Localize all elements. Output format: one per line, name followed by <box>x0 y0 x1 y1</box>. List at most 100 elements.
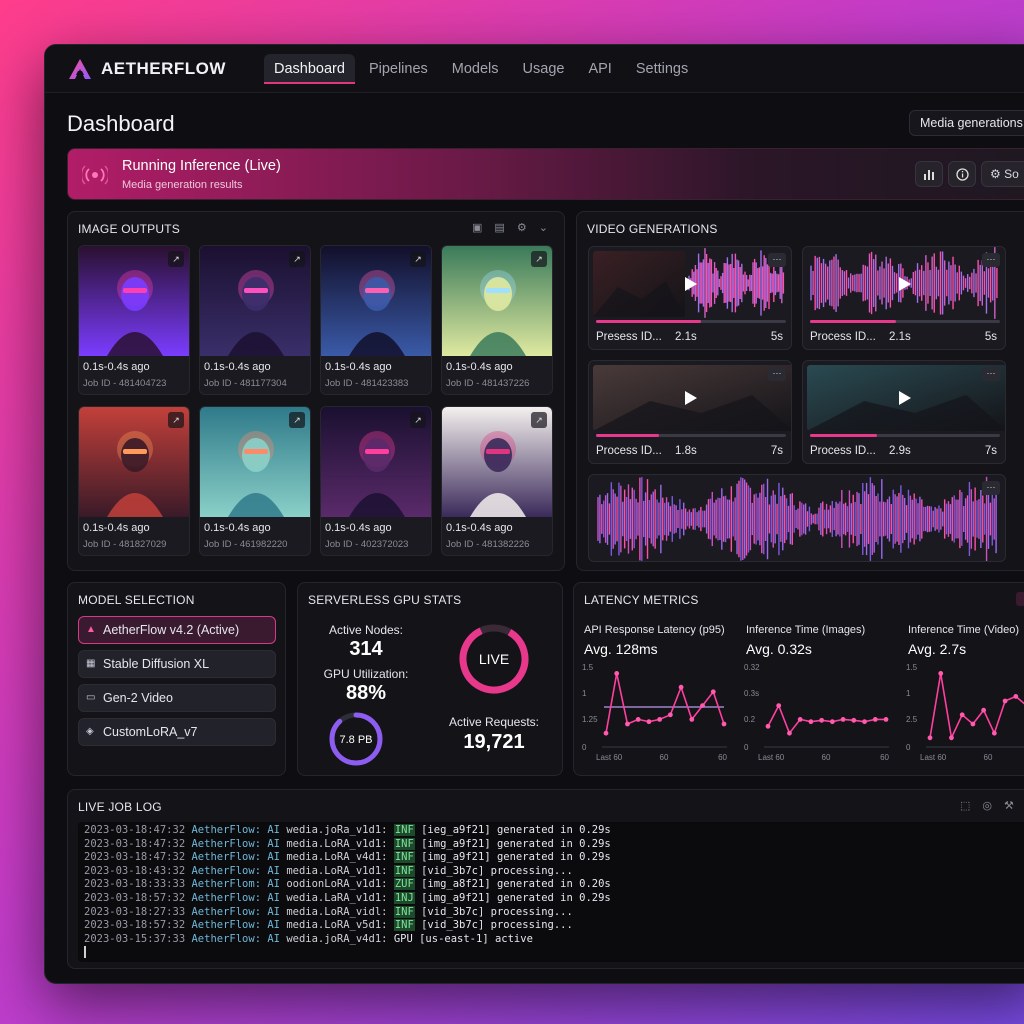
model-selection-panel: MODEL SELECTION ▲ AetherFlow v4.2 (Activ… <box>67 582 286 776</box>
image-output-card[interactable]: ↗ 0.1s-0.4s ago Job ID - 402372023 <box>320 406 432 556</box>
open-external-icon[interactable]: ↗ <box>289 251 305 267</box>
image-output-card[interactable]: ↗ 0.1s-0.4s ago Job ID - 481177304 <box>199 245 311 395</box>
latency-point <box>635 717 641 722</box>
video-progress-bar[interactable] <box>810 434 1000 437</box>
live-inference-banner: Running Inference (Live) Media generatio… <box>67 148 1024 200</box>
more-options-icon[interactable]: ··· <box>982 481 1000 495</box>
play-icon[interactable] <box>685 391 697 405</box>
settings-button[interactable]: ⚙ So <box>981 161 1024 187</box>
more-options-icon[interactable]: ··· <box>982 367 1000 381</box>
tab-dashboard[interactable]: Dashboard <box>264 54 355 84</box>
tab-settings[interactable]: Settings <box>626 54 698 84</box>
video-generation-card[interactable]: ··· Process ID... 2.9s 7s <box>802 360 1006 464</box>
open-external-icon[interactable]: ↗ <box>410 412 426 428</box>
brand-name: AETHERFLOW <box>101 59 226 78</box>
video-generation-card[interactable]: ··· Process ID... 1.8s 7s <box>588 360 792 464</box>
latency-point <box>776 703 782 708</box>
log-line: 2023-03-18:47:32 AetherFlow: AI media.Lo… <box>84 851 611 864</box>
log-level-badge: ZUF <box>393 878 415 891</box>
info-icon[interactable] <box>948 161 976 187</box>
tab-pipelines[interactable]: Pipelines <box>359 54 438 84</box>
open-external-icon[interactable]: ↗ <box>410 251 426 267</box>
play-icon[interactable] <box>899 277 911 291</box>
video-generation-card[interactable]: ··· Process ID... 2.1s 5s <box>802 246 1006 350</box>
open-external-icon[interactable]: ↗ <box>168 412 184 428</box>
image-output-card[interactable]: ↗ 0.1s-0.4s ago Job ID - 481382226 <box>441 406 553 556</box>
video-duration: 7s <box>984 445 997 457</box>
latency-line-chart: 1.5 1 1.25 0 Last 60 60 60 <box>582 663 728 761</box>
latency-menu-icon[interactable] <box>1016 592 1024 606</box>
log-module: media.LoRA_v4d1: <box>286 851 388 864</box>
log-message: [img_a9f21] generated in 0.29s <box>421 851 611 864</box>
settings-label: So <box>1004 167 1019 181</box>
video-elapsed-time: 2.1s <box>675 331 697 343</box>
model-item-gen2-video[interactable]: ▭ Gen-2 Video <box>78 684 276 712</box>
pause-icon[interactable]: ◎ <box>982 799 992 812</box>
tab-api[interactable]: API <box>578 54 621 84</box>
media-generations-dropdown[interactable]: Media generations <box>909 110 1024 136</box>
play-icon[interactable] <box>899 391 911 405</box>
more-options-icon[interactable]: ··· <box>768 253 786 267</box>
y-tick-label: 1.5 <box>906 663 918 672</box>
log-line: 2023-03-18:57:32 AetherFlow: AI media.Lo… <box>84 919 573 932</box>
banner-subtitle: Media generation results <box>122 179 243 191</box>
open-external-icon[interactable]: ↗ <box>289 412 305 428</box>
active-requests-value: 19,721 <box>463 731 525 753</box>
latency-point <box>614 671 620 676</box>
model-item-customlora[interactable]: ◈ CustomLoRA_v7 <box>78 718 276 746</box>
image-output-card[interactable]: ↗ 0.1s-0.4s ago Job ID - 481437226 <box>441 245 553 395</box>
active-nodes-value: 314 <box>349 638 383 660</box>
x-tick-label: Last 60 <box>596 753 623 761</box>
open-external-icon[interactable]: ↗ <box>531 412 547 428</box>
log-line: 2023-03-18:43:32 AetherFlow: AI media.Lo… <box>84 864 573 877</box>
y-tick-label: 0.2 <box>744 715 756 724</box>
model-item-aetherflow[interactable]: ▲ AetherFlow v4.2 (Active) <box>78 616 276 644</box>
puzzle-icon: ◈ <box>86 726 94 737</box>
play-icon[interactable] <box>685 277 697 291</box>
memory-value: 7.8 PB <box>339 734 372 746</box>
model-item-stable-diffusion[interactable]: ▦ Stable Diffusion XL <box>78 650 276 678</box>
grid-view-icon[interactable]: ▣ <box>472 221 482 234</box>
latency-point <box>765 723 771 729</box>
image-output-card[interactable]: ↗ 0.1s-0.4s ago Job ID - 481827029 <box>78 406 190 556</box>
settings-icon[interactable]: ⚒ <box>1004 799 1014 812</box>
more-options-icon[interactable]: ··· <box>982 253 1000 267</box>
video-generations-title: VIDEO GENERATIONS <box>587 222 718 236</box>
image-output-card[interactable]: ↗ 0.1s-0.4s ago Job ID - 461982220 <box>199 406 311 556</box>
video-progress-bar[interactable] <box>810 320 1000 323</box>
brand-logo[interactable]: AETHERFLOW <box>67 57 226 81</box>
log-timestamp: 2023-03-18:27:33 <box>84 905 186 918</box>
latency-point <box>657 717 663 722</box>
image-time: 0.1s-0.4s ago <box>446 522 513 534</box>
list-view-icon[interactable]: ▤ <box>494 221 504 234</box>
audio-waveform-card[interactable]: ··· <box>588 474 1006 562</box>
latency-chart-label: Inference Time (Video) <box>908 624 1020 636</box>
log-module: wedia.joRa_v1d1: <box>286 824 388 836</box>
log-level-badge: 1NJ <box>393 892 415 904</box>
open-external-icon[interactable]: ↗ <box>168 251 184 267</box>
more-options-icon[interactable]: ··· <box>768 367 786 381</box>
tab-usage[interactable]: Usage <box>513 54 575 84</box>
video-progress-bar[interactable] <box>596 434 786 437</box>
chevron-down-icon[interactable]: ⌄ <box>539 221 548 234</box>
log-line: 2023-03-18:47:32 AetherFlow: AI media.Lo… <box>84 837 611 850</box>
bar-chart-icon[interactable] <box>915 161 943 187</box>
image-output-card[interactable]: ↗ 0.1s-0.4s ago Job ID - 481404723 <box>78 245 190 395</box>
download-icon[interactable]: ⬚ <box>960 799 970 812</box>
page-title: Dashboard <box>67 111 175 136</box>
model-label: CustomLoRA_v7 <box>103 725 198 739</box>
video-progress-bar[interactable] <box>596 320 786 323</box>
video-generations-panel: VIDEO GENERATIONS ··· Presess ID... 2.1s… <box>576 211 1024 571</box>
tab-models[interactable]: Models <box>442 54 509 84</box>
log-source: AetherFlow: AI <box>191 837 280 850</box>
image-output-card[interactable]: ↗ 0.1s-0.4s ago Job ID - 481423383 <box>320 245 432 395</box>
image-time: 0.1s-0.4s ago <box>83 361 150 373</box>
log-line: 2023-03-18:27:33 AetherFlow: AI media.Lo… <box>84 905 573 918</box>
latency-point <box>981 707 987 713</box>
filter-icon[interactable]: ⚙ <box>517 221 527 234</box>
video-generation-card[interactable]: ··· Presess ID... 2.1s 5s <box>588 246 792 350</box>
video-process-id: Process ID... <box>596 445 662 457</box>
image-job-id: Job ID - 481382226 <box>446 539 530 550</box>
x-tick-label: 60 <box>718 753 727 761</box>
open-external-icon[interactable]: ↗ <box>531 251 547 267</box>
